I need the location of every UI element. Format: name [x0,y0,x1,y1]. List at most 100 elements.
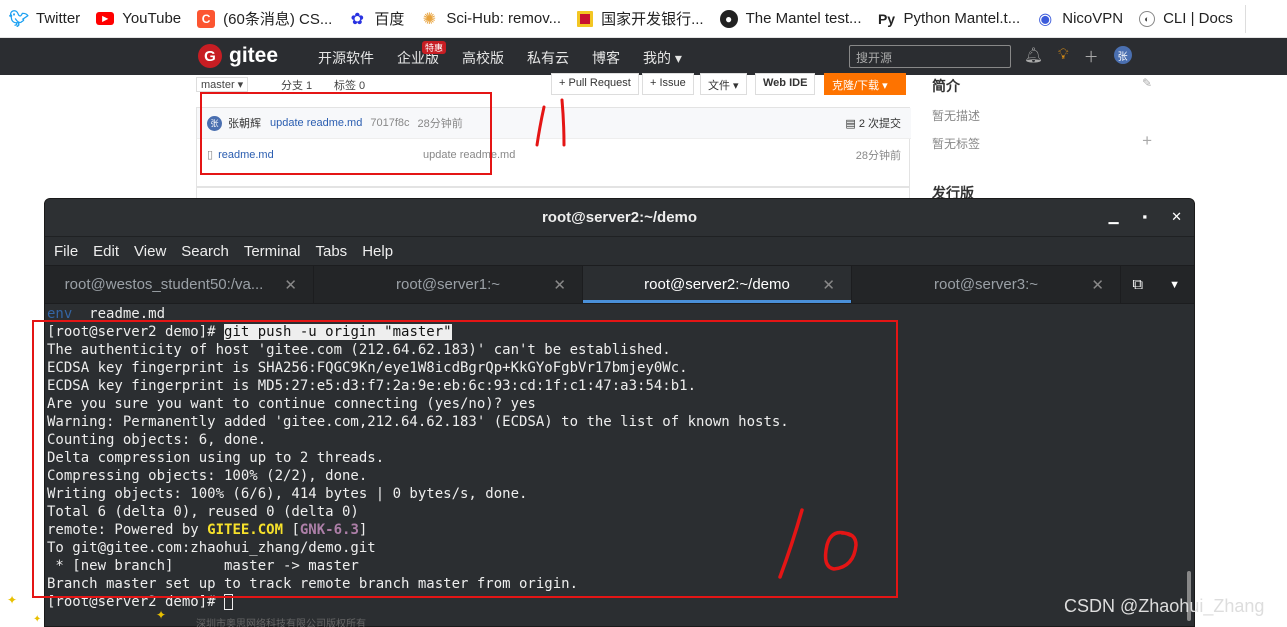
star-icon: ✦ [7,593,18,607]
bookmark-cli-docs[interactable]: ◐ CLI | Docs [1139,10,1233,27]
bookmark-label: NicoVPN [1062,10,1124,27]
issue-button[interactable]: + Issue [642,73,694,95]
bookmark-python[interactable]: Py Python Mantel.t... [877,10,1021,28]
bookmark-youtube[interactable]: ▶ YouTube [96,10,181,27]
menu-mine[interactable]: 我的 ▾ [643,48,682,68]
menu-view[interactable]: View [134,243,166,260]
bookmark-mantel[interactable]: ● The Mantel test... [719,9,862,28]
commit-count[interactable]: ▤ 2 次提交 [845,115,901,131]
bookmark-csdn[interactable]: C (60条消息) CS... [197,8,332,29]
pull-request-button[interactable]: + Pull Request [551,73,639,95]
close-tab-icon[interactable]: ✕ [284,276,297,294]
gitee-logo[interactable]: Ggitee [198,44,278,68]
bookmark-label: 国家开发银行... [601,11,704,28]
tab-label: root@westos_student50:/va... [64,276,264,293]
avatar[interactable]: 张 [1113,46,1132,64]
bookmarks-divider [1245,5,1246,33]
gitee-navbar: Ggitee 开源软件 企业版 高校版 私有云 博客 我的 ▾ 特惠 搜开源 🔔… [0,38,1287,75]
terminal-menubar: File Edit View Search Terminal Tabs Help [45,237,1194,265]
list-icon: ▤ [845,118,859,130]
twitter-icon: 🐦︎ [8,10,30,28]
bookmark-scihub[interactable]: ✺ Sci-Hub: remov... [420,10,561,28]
no-description: 暂无描述 [932,109,981,123]
file-time: 28分钟前 [855,149,901,162]
star-icon: ✦ [156,608,167,622]
bookmark-twitter[interactable]: 🐦︎ Twitter [8,10,81,28]
menu-blog[interactable]: 博客 [592,48,620,68]
repo-sidebar: 简介 ✎ 暂无描述 暂无标签 + 发行版 [932,75,1162,201]
add-tag-icon[interactable]: + [1142,131,1152,151]
maximize-icon[interactable]: ▪ [1142,209,1147,225]
github-icon: ● [719,9,738,28]
menu-terminal[interactable]: Terminal [244,243,301,260]
menu-opensource[interactable]: 开源软件 [318,48,374,68]
branch-select[interactable]: master ▾ [196,77,249,92]
docs-icon: ◐ [1139,10,1156,27]
bulb-icon[interactable]: 💡︎ [1058,46,1069,67]
branch-count[interactable]: 分支 1 [281,77,312,93]
bookmark-baidu[interactable]: ✿ 百度 [348,8,405,29]
file-button[interactable]: 文件 ▾ [700,73,747,95]
vpn-icon: ◉ [1038,10,1053,28]
menu-file[interactable]: File [54,243,78,260]
footer-text: 深圳市奥思网络科技有限公司版权所有 [196,619,366,627]
cdb-icon [577,10,594,27]
nav-icons: 🔔︎ 💡︎ ＋ 张 [1024,46,1132,67]
bookmark-label: (60条消息) CS... [223,11,333,28]
close-tab-icon[interactable]: ✕ [553,276,566,294]
bell-icon[interactable]: 🔔︎ [1024,46,1043,67]
bookmark-label: YouTube [122,10,182,27]
new-tab-icon[interactable]: ⧉ [1132,276,1143,293]
web-ide-button[interactable]: Web IDE [755,73,816,95]
tab-server1[interactable]: root@server1:~ ✕ [314,266,583,303]
tab-server2[interactable]: root@server2:~/demo ✕ [583,266,852,303]
star-icon: ✦ [33,614,42,625]
chevron-down-icon[interactable]: ▼ [1169,279,1180,291]
tag-count[interactable]: 标签 0 [334,77,365,93]
gitee-brand: gitee [229,44,279,67]
baidu-icon: ✿ [350,10,365,28]
bookmark-cdb[interactable]: 国家开发银行... [577,8,704,29]
plus-icon[interactable]: ＋ [1084,46,1099,67]
terminal-title: root@server2:~/demo [541,209,698,226]
tab-tools: ⧉ ▼ [1121,266,1194,303]
clone-button[interactable]: 克隆/下载 ▾ [824,73,906,95]
close-tab-icon[interactable]: ✕ [1091,276,1104,294]
decorative-sticker: ✦ ✦ ✦ [5,580,167,625]
terminal-tabbar: root@westos_student50:/va... ✕ root@serve… [45,265,1194,304]
python-icon: Py [877,10,896,27]
bookmark-label: Twitter [36,10,81,27]
tab-label: root@server3:~ [933,276,1039,293]
terminal-titlebar[interactable]: root@server2:~/demo ▁ ▪ ✕ [45,199,1194,237]
bookmark-label: Sci-Hub: remov... [446,10,562,27]
gitee-logo-icon: G [198,44,222,68]
bookmark-label: 百度 [374,11,405,28]
bookmark-label: The Mantel test... [745,10,862,27]
tab-label: root@server2:~/demo [644,276,790,293]
search-input[interactable]: 搜开源 [849,45,1011,68]
close-tab-icon[interactable]: ✕ [822,276,835,294]
menu-edit[interactable]: Edit [93,243,119,260]
annotation-number-10 [778,508,858,579]
menu-tabs[interactable]: Tabs [316,243,348,260]
bookmark-label: Python Mantel.t... [903,10,1021,27]
bookmark-nicovpn[interactable]: ◉ NicoVPN [1036,10,1123,28]
menu-search[interactable]: Search [181,243,229,260]
intro-title: 简介 [932,78,960,94]
bookmarks-bar: 🐦︎ Twitter ▶ YouTube C (60条消息) CS... ✿ 百度 ✺ S… [0,0,1287,38]
close-icon[interactable]: ✕ [1171,209,1182,225]
menu-private-cloud[interactable]: 私有云 [527,48,569,68]
tab-westos[interactable]: root@westos_student50:/va... ✕ [45,266,314,303]
csdn-icon: C [197,9,216,28]
menu-help[interactable]: Help [362,243,393,260]
annotation-box-repo [200,92,492,175]
tab-server3[interactable]: root@server3:~ ✕ [852,266,1121,303]
bookmark-label: CLI | Docs [1163,10,1233,27]
menu-education[interactable]: 高校版 [462,48,504,68]
annotation-box-terminal [32,320,898,598]
minimize-icon[interactable]: ▁ [1108,209,1118,225]
gitee-menu: 开源软件 企业版 高校版 私有云 博客 我的 ▾ [318,48,705,68]
youtube-icon: ▶ [96,12,115,25]
watermark: CSDN @Zhaohui_Zhang [1064,596,1265,616]
edit-icon[interactable]: ✎ [1142,76,1152,90]
